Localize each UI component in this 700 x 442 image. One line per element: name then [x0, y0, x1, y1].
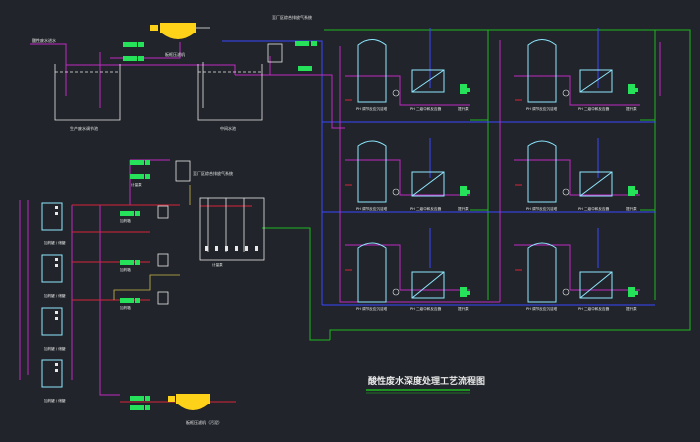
red-pipe: [72, 99, 522, 403]
top-pipe-label: 至厂区综合排放气系统: [272, 14, 312, 20]
dosing-label: 加药箱: [120, 267, 131, 272]
reactor-label: PH 二级中和反应器: [578, 106, 610, 111]
tower-label: PH 调节反应沉淀塔: [356, 206, 388, 211]
meter-box: [157, 205, 169, 305]
inlet-label: 酸性废水进水: [32, 37, 56, 43]
yellow-pipe: [113, 185, 191, 300]
pump-label: 提升泵: [458, 306, 469, 311]
purple-main-pipe: [19, 40, 661, 396]
tower-label: PH 调节反应沉淀塔: [526, 106, 558, 111]
tank-right-label: 中间水池: [220, 125, 236, 131]
dosing-label: 加药箱: [120, 218, 131, 223]
reactor-label: PH 二级中和反应器: [578, 206, 610, 211]
filter-press-bottom: [168, 394, 210, 410]
regulating-tank: [54, 64, 121, 121]
small-pump-label: 计量泵: [212, 262, 223, 267]
pump-icon: [460, 84, 638, 297]
reactor-label: PH 二级中和反应器: [410, 306, 442, 311]
pump-icon: [123, 41, 317, 71]
left-tank-label: 加药罐 / 储罐: [44, 398, 66, 403]
left-tank-label: 加药罐 / 储罐: [44, 293, 66, 298]
pump-label: 提升泵: [458, 106, 469, 111]
reactor-box: [411, 69, 613, 299]
left-tank-label: 加药罐 / 储罐: [44, 240, 66, 245]
pump-icon: [130, 396, 150, 410]
pump-label: 提升泵: [626, 106, 637, 111]
intermediate-tank: [197, 62, 263, 121]
pump-label: 提升泵: [458, 206, 469, 211]
tank-left-label: 生产废水调节池: [70, 125, 98, 131]
gauge-icon: [392, 89, 570, 296]
dosing-label: 加药箱: [120, 305, 131, 310]
reactor-label: PH 二级中和反应器: [578, 306, 610, 311]
reactor-label: PH 二级中和反应器: [410, 106, 442, 111]
reactor-label: PH 二级中和反应器: [410, 206, 442, 211]
process-flow-diagram: 生产废水调节池 酸性废水进水 中间水池 板框压滤机 至厂区综合排放气系统 PH …: [19, 14, 691, 425]
tower-group: [357, 39, 557, 303]
tower-label: PH 调节反应沉淀塔: [356, 306, 388, 311]
filter-press-label: 板框压滤机: [165, 51, 185, 57]
drawing-title: 酸性废水深度处理工艺流程图: [368, 375, 485, 387]
tower-label: PH 调节反应沉淀塔: [526, 206, 558, 211]
tower-label: PH 调节反应沉淀塔: [356, 106, 388, 111]
mid-pipe-label: 至厂区综合排放气系统: [193, 170, 233, 176]
green-main-pipe: [262, 29, 691, 341]
small-pump-label: 计量泵: [131, 182, 142, 187]
valve-icon: [205, 246, 258, 251]
filter-press-top: [150, 23, 210, 39]
tower-label: PH 调节反应沉淀塔: [526, 306, 558, 311]
pump-label: 提升泵: [626, 306, 637, 311]
pump-label: 提升泵: [626, 206, 637, 211]
left-tank-label: 加药罐 / 储罐: [44, 346, 66, 351]
bottom-press-label: 板框压滤机（污泥）: [186, 419, 222, 425]
